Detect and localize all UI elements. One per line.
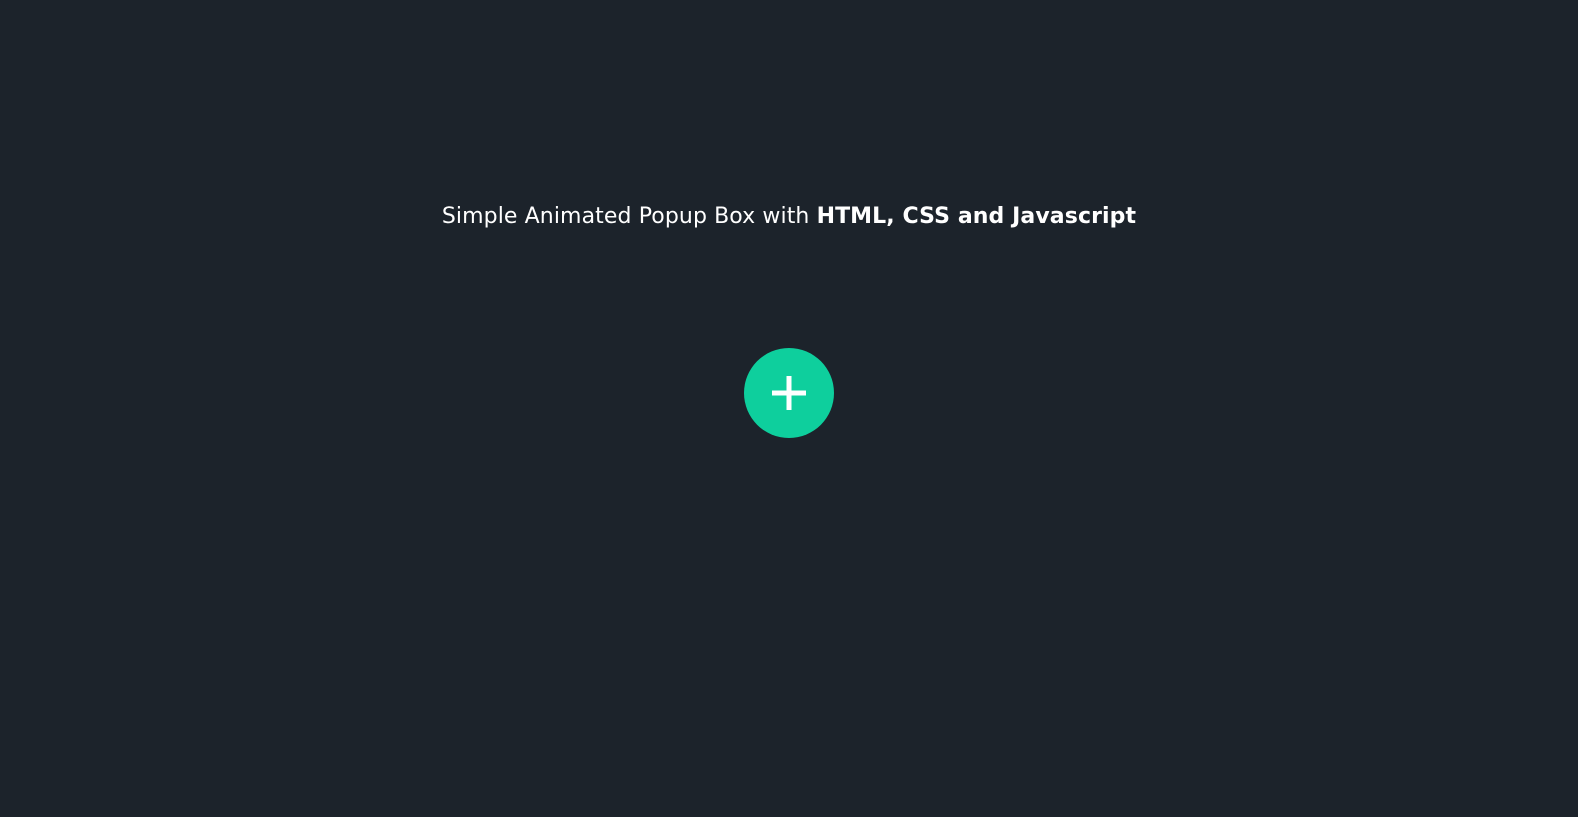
plus-icon: [772, 376, 806, 410]
open-popup-button[interactable]: [744, 348, 834, 438]
heading-bold-text: HTML, CSS and Javascript: [816, 204, 1137, 229]
heading-regular-text: Simple Animated Popup Box with: [441, 204, 817, 229]
page-heading: Simple Animated Popup Box with HTML, CSS…: [0, 202, 1578, 232]
page: Simple Animated Popup Box with HTML, CSS…: [0, 0, 1578, 817]
